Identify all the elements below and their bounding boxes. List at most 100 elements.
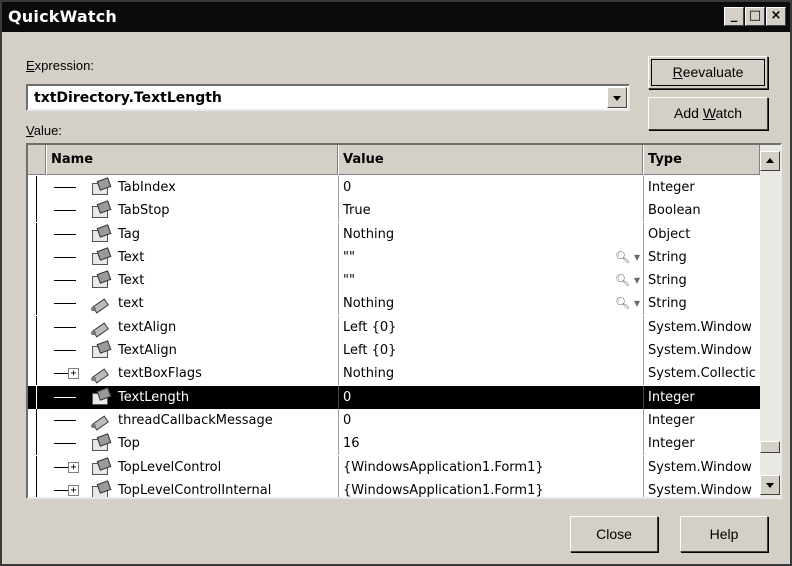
value-cell[interactable]: 0: [338, 176, 643, 199]
magnifier-icon[interactable]: 🔍︎ ▾: [615, 292, 640, 315]
value-cell[interactable]: 0: [338, 385, 643, 409]
table-row[interactable]: text Nothing 🔍︎ ▾ String: [28, 292, 760, 316]
tree-branch: [54, 187, 76, 188]
type-cell[interactable]: Integer: [643, 176, 760, 199]
row-name: Text: [118, 273, 145, 289]
tree-branch: [54, 233, 76, 235]
name-cell[interactable]: TabIndex: [28, 176, 338, 199]
table-row[interactable]: textAlign Left {0} System.Window: [28, 315, 760, 339]
type-cell[interactable]: Boolean: [643, 199, 760, 223]
magnifier-icon[interactable]: 🔍︎ ▾: [615, 269, 640, 292]
close-button[interactable]: Close: [570, 516, 658, 552]
row-name: Top: [118, 436, 140, 452]
type-cell[interactable]: String: [643, 269, 760, 293]
value-cell[interactable]: Left {0}: [338, 315, 643, 339]
name-cell[interactable]: + TopLevelControlInternal: [28, 478, 338, 497]
row-name: textBoxFlags: [118, 366, 202, 382]
type-cell[interactable]: System.Window: [643, 339, 760, 363]
vertical-scrollbar[interactable]: [760, 145, 780, 497]
reevaluate-button[interactable]: Reevaluate: [648, 56, 768, 89]
value-cell[interactable]: 16: [338, 432, 643, 456]
tree-branch: [54, 419, 76, 421]
property-icon: [90, 249, 110, 266]
value-cell[interactable]: "" 🔍︎ ▾: [338, 245, 643, 269]
name-cell[interactable]: TabStop: [28, 199, 338, 223]
value-cell[interactable]: True: [338, 199, 643, 223]
title-bar[interactable]: QuickWatch _ □ ×: [2, 2, 790, 32]
value-cell[interactable]: Nothing: [338, 362, 643, 386]
scroll-down-icon[interactable]: [760, 475, 780, 495]
table-row[interactable]: threadCallbackMessage 0 Integer: [28, 408, 760, 432]
property-icon: [90, 179, 110, 196]
name-cell[interactable]: textAlign: [28, 315, 338, 339]
type-cell[interactable]: System.Collectic: [643, 362, 760, 386]
type-cell[interactable]: Integer: [643, 408, 760, 432]
name-cell[interactable]: threadCallbackMessage: [28, 408, 338, 432]
type-cell[interactable]: System.Window: [643, 478, 760, 497]
table-row[interactable]: Tag Nothing Object: [28, 222, 760, 246]
row-type: System.Window: [648, 319, 752, 335]
scroll-thumb[interactable]: [760, 441, 780, 453]
table-row[interactable]: TabIndex 0 Integer: [28, 176, 760, 199]
close-window-button[interactable]: ×: [766, 7, 786, 26]
row-value: Left {0}: [343, 343, 397, 359]
value-cell[interactable]: 0: [338, 408, 643, 432]
column-header-type[interactable]: Type: [643, 145, 760, 175]
field-icon: [90, 365, 110, 382]
type-cell[interactable]: Integer: [643, 432, 760, 456]
value-cell[interactable]: {WindowsApplication1.Form1}: [338, 455, 643, 479]
column-header-value[interactable]: Value: [338, 145, 643, 175]
magnifier-icon[interactable]: 🔍︎ ▾: [615, 246, 640, 269]
expand-icon[interactable]: +: [68, 484, 79, 496]
row-name: TopLevelControl: [118, 459, 222, 475]
column-header-name[interactable]: Name: [46, 145, 338, 175]
type-cell[interactable]: System.Window: [643, 455, 760, 479]
type-cell[interactable]: Integer: [643, 385, 760, 409]
table-row[interactable]: TextLength 0 Integer: [28, 385, 760, 409]
value-cell[interactable]: Nothing: [338, 222, 643, 246]
type-cell[interactable]: String: [643, 292, 760, 316]
table-row[interactable]: TabStop True Boolean: [28, 199, 760, 223]
add-watch-button[interactable]: Add Watch: [648, 97, 768, 130]
scroll-up-icon[interactable]: [760, 151, 780, 171]
type-cell[interactable]: String: [643, 245, 760, 269]
expand-icon[interactable]: +: [68, 461, 79, 473]
name-cell[interactable]: text: [28, 292, 338, 316]
row-value: {WindowsApplication1.Form1}: [343, 482, 544, 498]
value-cell[interactable]: {WindowsApplication1.Form1}: [338, 478, 643, 498]
help-button[interactable]: Help: [680, 516, 768, 552]
maximize-button[interactable]: □: [745, 7, 765, 26]
tree-line: [36, 199, 37, 223]
name-cell[interactable]: Text: [28, 245, 338, 269]
quickwatch-window: QuickWatch _ □ × Expression: txtDirector…: [0, 0, 792, 566]
row-type: System.Window: [648, 459, 752, 475]
value-cell[interactable]: Nothing 🔍︎ ▾: [338, 292, 643, 316]
expression-input[interactable]: txtDirectory.TextLength: [34, 90, 222, 106]
table-row[interactable]: + TopLevelControlInternal {WindowsApplicat…: [28, 478, 760, 498]
type-cell[interactable]: Object: [643, 222, 760, 246]
table-row[interactable]: + textBoxFlags Nothing System.Collectic: [28, 362, 760, 386]
name-cell[interactable]: Text: [28, 269, 338, 293]
name-cell[interactable]: TextAlign: [28, 339, 338, 363]
minimize-button[interactable]: _: [724, 7, 744, 26]
name-cell[interactable]: TextLength: [28, 385, 338, 409]
tree-branch: [54, 280, 76, 282]
type-cell[interactable]: System.Window: [643, 315, 760, 339]
table-row[interactable]: Text "" 🔍︎ ▾ String: [28, 245, 760, 269]
table-row[interactable]: Top 16 Integer: [28, 432, 760, 456]
value-cell[interactable]: "" 🔍︎ ▾: [338, 269, 643, 293]
expression-combobox[interactable]: txtDirectory.TextLength: [26, 84, 630, 111]
expand-icon[interactable]: +: [68, 368, 79, 380]
table-row[interactable]: TextAlign Left {0} System.Window: [28, 339, 760, 363]
resize-grip-icon[interactable]: [773, 547, 787, 561]
value-cell[interactable]: Left {0}: [338, 339, 643, 363]
table-row[interactable]: Text "" 🔍︎ ▾ String: [28, 269, 760, 293]
tree-branch: [54, 210, 76, 212]
name-cell[interactable]: + TopLevelControl: [28, 455, 338, 479]
table-row[interactable]: + TopLevelControl {WindowsApplication1.For…: [28, 455, 760, 479]
chevron-down-icon[interactable]: [607, 87, 627, 108]
name-cell[interactable]: + textBoxFlags: [28, 362, 338, 386]
name-cell[interactable]: Top: [28, 432, 338, 456]
name-cell[interactable]: Tag: [28, 222, 338, 246]
property-icon: [90, 202, 110, 219]
